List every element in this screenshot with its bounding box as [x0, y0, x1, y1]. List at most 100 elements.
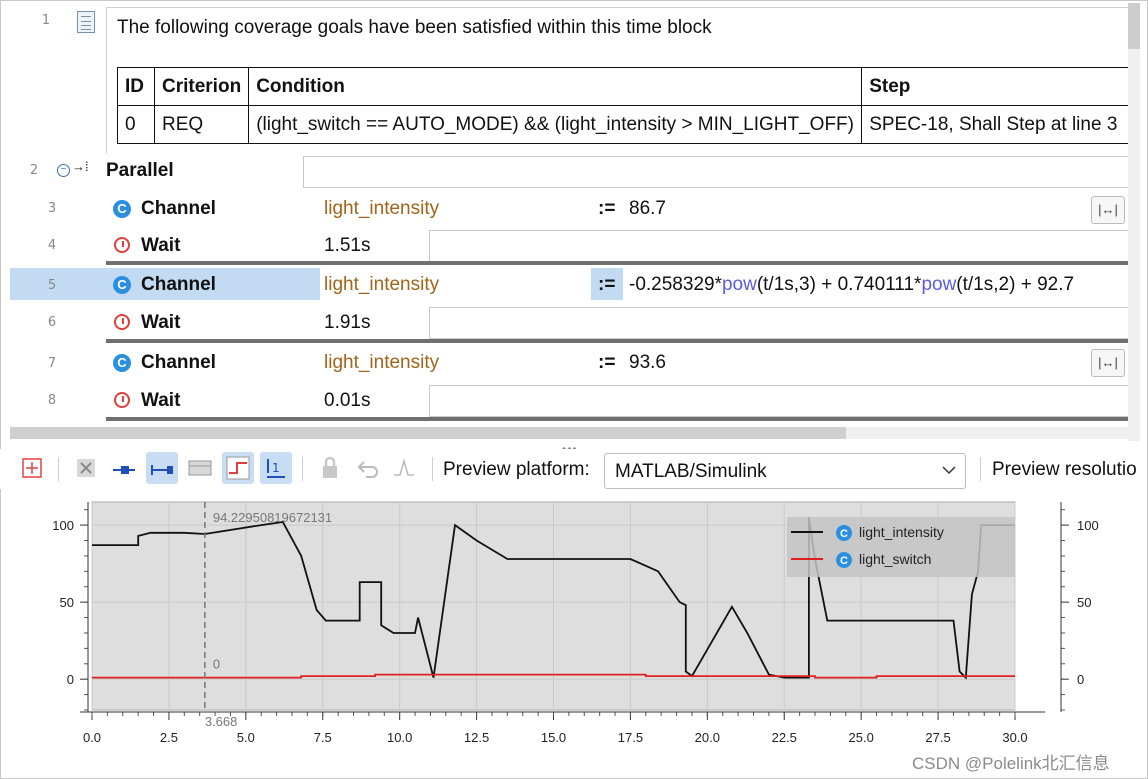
block-separator	[106, 261, 1136, 265]
expression-part: -0.258329*	[629, 274, 722, 295]
platform-select[interactable]: MATLAB/Simulink	[604, 453, 966, 489]
channel-value[interactable]: 86.7	[629, 198, 666, 220]
x-tick-label: 27.5	[925, 730, 950, 745]
x-tick-label: 30.0	[1002, 730, 1027, 745]
parallel-field[interactable]	[303, 156, 1140, 188]
step-plot-icon[interactable]	[222, 452, 254, 484]
channel-expression[interactable]: -0.258329*pow(t/1s,3) + 0.740111*pow(t/1…	[629, 274, 1074, 296]
x-tick-label: 12.5	[464, 730, 489, 745]
line-number: 6	[47, 315, 57, 330]
parallel-icon: →⁞	[72, 159, 89, 174]
document-icon	[77, 11, 95, 33]
x-tick-label: 25.0	[849, 730, 874, 745]
wait-duration[interactable]: 1.51s	[324, 235, 370, 257]
wait-duration[interactable]: 0.01s	[324, 390, 370, 412]
step-row-parallel[interactable]: 2 − →⁞ Parallel	[10, 153, 1140, 189]
fit-view-icon[interactable]	[16, 452, 48, 484]
signal-shape-icon[interactable]	[388, 452, 420, 484]
table-view-icon[interactable]	[184, 452, 216, 484]
step-row-description[interactable]: 1 The following coverage goals have been…	[10, 3, 1140, 154]
step-keyword: Channel	[141, 352, 216, 373]
wait-condition-field[interactable]	[429, 230, 1140, 262]
x-tick-label: 7.5	[314, 730, 332, 745]
wait-condition-field[interactable]	[429, 307, 1140, 339]
x-tick-label: 20.0	[695, 730, 720, 745]
watermark: CSDN @Polelink北汇信息	[912, 754, 1110, 773]
y-tick-label-right: 0	[1077, 672, 1084, 687]
line-number: 3	[47, 201, 57, 216]
column-header: Criterion	[153, 67, 250, 106]
step-keyword: Channel	[141, 198, 216, 219]
undo-icon[interactable]	[352, 452, 384, 484]
toolbar-separator	[432, 457, 433, 481]
step-row-channel-selected[interactable]: 5 C Channel light_intensity := -0.258329…	[10, 267, 1140, 301]
column-header: Step	[861, 67, 1136, 106]
line-number: 5	[47, 278, 57, 293]
cursor-value-top: 94.22950819672131	[213, 510, 332, 525]
step-row-channel[interactable]: 3 C Channel light_intensity := 86.7 |↔|	[10, 189, 1140, 227]
line-number: 4	[47, 238, 57, 253]
test-sequence-editor: 1 The following coverage goals have been…	[10, 3, 1140, 441]
y-tick-label: 50	[60, 595, 74, 610]
preview-chart[interactable]: 0.0 2.5 5.0 7.5 10.0 12.5 15.0 17.5 20.0 22.5 25.0…	[12, 492, 1138, 762]
expand-width-icon[interactable]: |↔|	[1091, 349, 1125, 377]
step-row-channel[interactable]: 7 C Channel light_intensity := 93.6 |↔|	[10, 345, 1140, 381]
clock-icon	[114, 392, 130, 408]
function-name: pow	[921, 274, 957, 295]
point-marker-icon[interactable]	[108, 452, 140, 484]
step-marker-icon[interactable]	[146, 452, 178, 484]
expand-width-icon[interactable]: |↔|	[1091, 196, 1125, 224]
coverage-goals-table: ID Criterion Condition Step 0 REQ (light…	[117, 67, 1136, 144]
channel-variable[interactable]: light_intensity	[324, 352, 439, 374]
wait-condition-field[interactable]	[429, 385, 1140, 417]
line-number: 7	[47, 356, 57, 371]
step-keyword: Wait	[141, 312, 181, 333]
clear-icon[interactable]	[70, 452, 102, 484]
step-row-wait[interactable]: 6 Wait 1.91s	[10, 303, 1140, 341]
x-tick-label: 17.5	[618, 730, 643, 745]
cursor-value-bottom: 0	[213, 656, 220, 671]
preview-platform-label: Preview platform:	[443, 459, 590, 480]
scroll-thumb[interactable]	[1128, 3, 1140, 49]
channel-icon: C	[113, 276, 131, 294]
x-tick-label: 10.0	[387, 730, 412, 745]
step-row-wait[interactable]: 4 Wait 1.51s	[10, 227, 1140, 263]
collapse-icon[interactable]: −	[57, 164, 70, 177]
clock-icon	[114, 314, 130, 330]
wait-duration[interactable]: 1.91s	[324, 312, 370, 334]
channel-value[interactable]: 93.6	[629, 352, 666, 374]
table-cell: (light_switch == AUTO_MODE) && (light_in…	[248, 105, 863, 144]
toolbar-separator	[980, 457, 981, 481]
legend: Clight_intensity C light_switch	[787, 517, 1015, 577]
expression-part: (t/1s,2) + 92.7	[956, 274, 1075, 295]
scroll-thumb[interactable]	[10, 427, 846, 439]
chart-svg[interactable]: 0.0 2.5 5.0 7.5 10.0 12.5 15.0 17.5 20.0 22.5 25.0…	[12, 492, 1138, 762]
channel-variable[interactable]: light_intensity	[324, 274, 439, 296]
channel-variable[interactable]: light_intensity	[324, 198, 439, 220]
assign-operator: :=	[598, 198, 616, 219]
assign-operator: :=	[598, 352, 616, 373]
preview-resolution-label: Preview resolutio	[992, 459, 1137, 480]
lock-icon[interactable]	[314, 452, 346, 484]
cursor-x-label: 3.668	[205, 714, 238, 729]
y-tick-label-right: 50	[1077, 595, 1091, 610]
description-box[interactable]: The following coverage goals have been s…	[106, 7, 1138, 154]
table-row: 0 REQ (light_switch == AUTO_MODE) && (li…	[117, 105, 1136, 144]
horizontal-scrollbar[interactable]	[10, 427, 1140, 439]
step-keyword: Channel	[141, 274, 216, 295]
table-cell: SPEC-18, Shall Step at line 3	[861, 105, 1136, 144]
function-name: pow	[721, 274, 757, 295]
y-tick-label-right: 100	[1077, 518, 1099, 533]
x-tick-label: 15.0	[541, 730, 566, 745]
y-tick-label: 0	[67, 672, 74, 687]
vertical-scrollbar[interactable]	[1128, 3, 1140, 441]
step-keyword: Wait	[141, 235, 181, 256]
line-number: 2	[29, 163, 39, 178]
line-number: 8	[47, 393, 57, 408]
step-row-wait[interactable]: 8 Wait 0.01s	[10, 381, 1140, 419]
x-tick-label: 2.5	[160, 730, 178, 745]
channel-icon: C	[113, 354, 131, 372]
legend-channel-icon-glyph: C	[840, 555, 848, 567]
cursor-value-icon[interactable]: 1	[260, 452, 292, 484]
step-keyword: Parallel	[106, 160, 174, 181]
